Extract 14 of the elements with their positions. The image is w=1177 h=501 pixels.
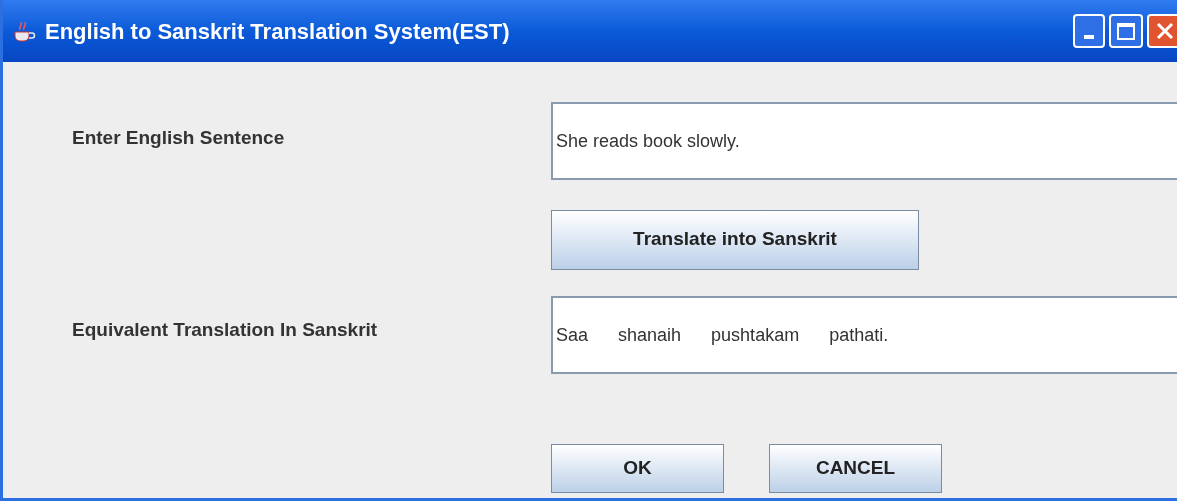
maximize-icon <box>1117 22 1135 40</box>
maximize-button[interactable] <box>1109 14 1143 48</box>
field-label: Enter English Sentence <box>72 127 285 148</box>
translate-button[interactable]: Translate into Sanskrit <box>551 209 919 270</box>
close-button[interactable] <box>1147 14 1177 48</box>
sanskrit-translation-field[interactable]: Saa shanaih pushtakam pathati. <box>551 296 1177 374</box>
minimize-icon <box>1084 35 1094 39</box>
window-title: English to Sanskrit Translation System(EST) <box>45 17 510 46</box>
ok-button[interactable]: OK <box>551 443 724 493</box>
cancel-button[interactable]: CANCEL <box>769 443 942 493</box>
field-label: Equivalent Translation In Sanskrit <box>72 319 378 340</box>
english-sentence-field[interactable]: She reads book slowly. <box>551 102 1177 180</box>
close-icon <box>1155 21 1175 41</box>
minimize-button[interactable] <box>1073 14 1105 48</box>
